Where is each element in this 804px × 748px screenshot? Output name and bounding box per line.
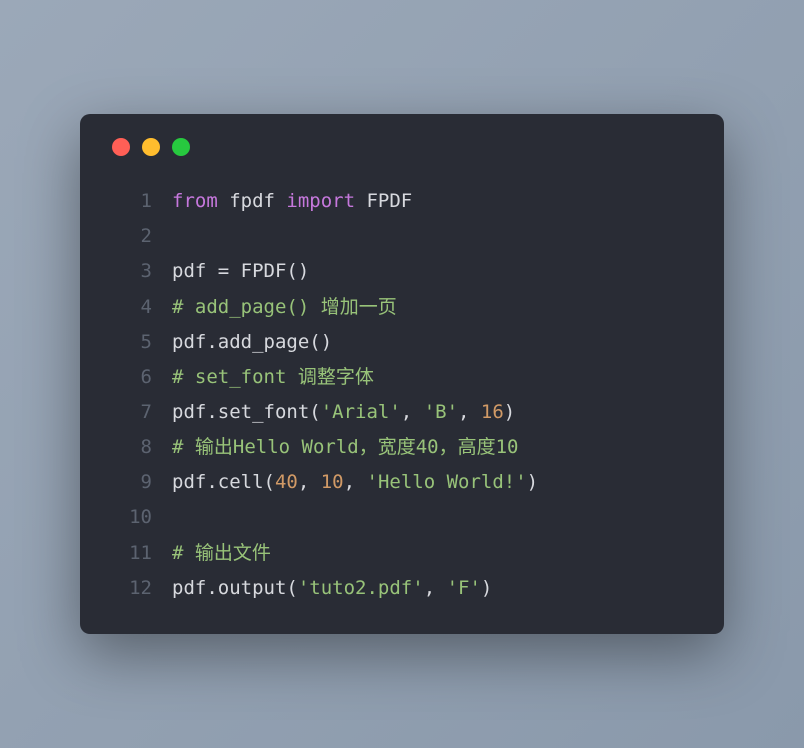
token: 10 [321, 471, 344, 493]
line-content: pdf.add_page() [172, 325, 332, 360]
line-content: # set_font 调整字体 [172, 360, 374, 395]
line-number: 9 [108, 465, 152, 500]
token: fpdf [218, 190, 287, 212]
line-content: # 输出Hello World，宽度40，高度10 [172, 430, 518, 465]
token: , [458, 401, 481, 423]
token: FPDF [355, 190, 412, 212]
line-content: # add_page() 增加一页 [172, 290, 397, 325]
token: ) [481, 577, 492, 599]
token: pdf.add_page() [172, 331, 332, 353]
line-content: # 输出文件 [172, 536, 271, 571]
token: 'Arial' [321, 401, 401, 423]
token: # 输出文件 [172, 542, 271, 564]
token: ) [527, 471, 538, 493]
token: pdf.output( [172, 577, 298, 599]
line-content: pdf.output('tuto2.pdf', 'F') [172, 571, 492, 606]
token: 16 [481, 401, 504, 423]
maximize-icon[interactable] [172, 138, 190, 156]
code-line[interactable]: 1 from fpdf import FPDF [108, 184, 696, 219]
line-content [172, 219, 183, 254]
token: , [424, 577, 447, 599]
token: # add_page() 增加一页 [172, 296, 397, 318]
code-line[interactable]: 2 [108, 219, 696, 254]
line-number: 3 [108, 254, 152, 289]
line-number: 6 [108, 360, 152, 395]
line-content: pdf.set_font('Arial', 'B', 16) [172, 395, 515, 430]
line-content: pdf = FPDF() [172, 254, 309, 289]
token: pdf.set_font( [172, 401, 321, 423]
token: pdf = FPDF() [172, 260, 309, 282]
token: 'Hello World!' [367, 471, 527, 493]
line-number: 10 [108, 500, 152, 535]
code-line[interactable]: 11 # 输出文件 [108, 536, 696, 571]
code-line[interactable]: 7 pdf.set_font('Arial', 'B', 16) [108, 395, 696, 430]
line-number: 12 [108, 571, 152, 606]
token: 40 [275, 471, 298, 493]
token: , [298, 471, 321, 493]
token: pdf.cell( [172, 471, 275, 493]
line-content [172, 500, 183, 535]
token: # set_font 调整字体 [172, 366, 374, 388]
line-content: pdf.cell(40, 10, 'Hello World!') [172, 465, 538, 500]
line-number: 11 [108, 536, 152, 571]
line-number: 2 [108, 219, 152, 254]
token: ) [504, 401, 515, 423]
line-number: 5 [108, 325, 152, 360]
token: from [172, 190, 218, 212]
token: , [401, 401, 424, 423]
token: 'B' [424, 401, 458, 423]
token: 'tuto2.pdf' [298, 577, 424, 599]
code-line[interactable]: 9 pdf.cell(40, 10, 'Hello World!') [108, 465, 696, 500]
code-line[interactable]: 3 pdf = FPDF() [108, 254, 696, 289]
code-line[interactable]: 6 # set_font 调整字体 [108, 360, 696, 395]
code-line[interactable]: 5 pdf.add_page() [108, 325, 696, 360]
titlebar [108, 138, 696, 156]
line-number: 7 [108, 395, 152, 430]
minimize-icon[interactable] [142, 138, 160, 156]
line-number: 4 [108, 290, 152, 325]
code-line[interactable]: 12 pdf.output('tuto2.pdf', 'F') [108, 571, 696, 606]
token: , [344, 471, 367, 493]
code-line[interactable]: 8 # 输出Hello World，宽度40，高度10 [108, 430, 696, 465]
code-line[interactable]: 4 # add_page() 增加一页 [108, 290, 696, 325]
code-area[interactable]: 1 from fpdf import FPDF 2 3 pdf = FPDF() 4 # … [108, 184, 696, 606]
token: # 输出Hello World，宽度40，高度10 [172, 436, 518, 458]
line-content: from fpdf import FPDF [172, 184, 412, 219]
line-number: 8 [108, 430, 152, 465]
close-icon[interactable] [112, 138, 130, 156]
line-number: 1 [108, 184, 152, 219]
token: import [286, 190, 355, 212]
editor-window: 1 from fpdf import FPDF 2 3 pdf = FPDF() 4 # … [80, 114, 724, 634]
token: 'F' [447, 577, 481, 599]
code-line[interactable]: 10 [108, 500, 696, 535]
